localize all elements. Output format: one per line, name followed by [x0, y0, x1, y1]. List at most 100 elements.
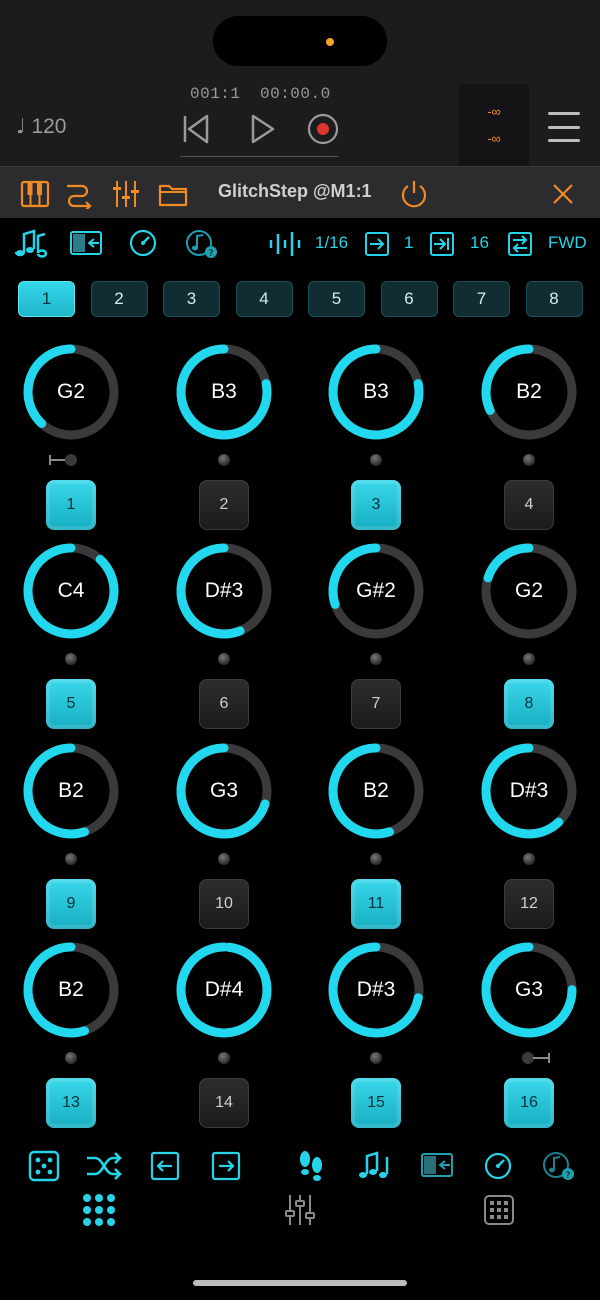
step-indicator-dot — [65, 653, 77, 665]
notes-view-icon[interactable] — [355, 1149, 391, 1181]
tempo-display[interactable]: ♩ 120 — [16, 114, 66, 139]
step-button-4[interactable]: 4 — [504, 480, 554, 530]
step-button-8[interactable]: 8 — [504, 679, 554, 729]
knob-note-label: D#4 — [204, 978, 244, 1001]
footsteps-icon[interactable] — [294, 1148, 328, 1184]
play-icon — [251, 114, 275, 144]
knob-note-label: G#2 — [356, 579, 396, 602]
note-knob[interactable]: G3 — [174, 741, 274, 841]
power-icon[interactable] — [399, 179, 429, 209]
step-button-1[interactable]: 1 — [46, 480, 96, 530]
loop-end-marker[interactable] — [519, 1050, 551, 1071]
note-knob[interactable]: D#3 — [174, 541, 274, 641]
end-step-icon[interactable] — [428, 230, 456, 258]
step-button-14[interactable]: 14 — [199, 1078, 249, 1128]
rewind-button[interactable] — [170, 107, 222, 151]
note-knob[interactable]: C4 — [21, 541, 121, 641]
loop-start-marker[interactable] — [48, 452, 80, 473]
home-indicator[interactable] — [193, 1280, 407, 1286]
pattern-button-3[interactable]: 3 — [163, 281, 220, 317]
note-knob[interactable]: B3 — [326, 342, 426, 442]
routing-icon[interactable] — [64, 179, 94, 211]
note-knob[interactable]: B3 — [174, 342, 274, 442]
note-knob[interactable]: G2 — [21, 342, 121, 442]
note-knob[interactable]: D#3 — [326, 940, 426, 1040]
direction-icon[interactable] — [506, 230, 534, 258]
dynamic-island — [213, 16, 387, 66]
record-button[interactable] — [297, 107, 349, 151]
note-knob[interactable]: G#2 — [326, 541, 426, 641]
step-button-10[interactable]: 10 — [199, 879, 249, 929]
step-button-2[interactable]: 2 — [199, 480, 249, 530]
rate-waveform-icon[interactable] — [268, 230, 302, 258]
close-icon[interactable] — [548, 179, 578, 209]
pattern-button-7[interactable]: 7 — [453, 281, 510, 317]
quarter-note-icon: ♩ — [16, 114, 26, 138]
step-indicator-dot — [523, 653, 535, 665]
probability-note-icon[interactable]: ? — [184, 228, 220, 260]
shift-left-icon[interactable] — [149, 1150, 181, 1182]
step-indicator-dot — [218, 1052, 230, 1064]
transport-underline — [180, 156, 338, 157]
mixer-tab-icon[interactable] — [282, 1192, 318, 1228]
step-indicator-dot — [218, 454, 230, 466]
pattern-button-5[interactable]: 5 — [308, 281, 365, 317]
note-knob[interactable]: G2 — [479, 541, 579, 641]
knob-note-label: G3 — [209, 779, 238, 802]
step-grid-tab-icon[interactable] — [80, 1191, 118, 1229]
shuffle-icon[interactable] — [84, 1149, 124, 1183]
pattern-button-6[interactable]: 6 — [380, 281, 438, 317]
step-indicator-dot — [370, 454, 382, 466]
step-button-11[interactable]: 11 — [351, 879, 401, 929]
gate-mode-icon[interactable] — [68, 229, 104, 257]
start-step-value[interactable]: 1 — [404, 233, 413, 253]
step-button-9[interactable]: 9 — [46, 879, 96, 929]
pattern-button-4[interactable]: 4 — [235, 281, 293, 317]
pattern-button-2[interactable]: 2 — [90, 281, 148, 317]
velocity-gauge-icon[interactable] — [127, 228, 159, 258]
step-indicator-dot — [65, 853, 77, 865]
meter-left: -∞ — [487, 104, 501, 119]
probability-view-icon[interactable]: ? — [541, 1149, 577, 1183]
step-indicator-dot — [523, 454, 535, 466]
note-knob[interactable]: B2 — [479, 342, 579, 442]
piano-keys-icon[interactable] — [20, 179, 50, 209]
mixer-sliders-icon[interactable] — [111, 179, 141, 209]
shift-right-icon[interactable] — [210, 1150, 242, 1182]
hamburger-menu-icon[interactable] — [548, 112, 580, 142]
end-step-value[interactable]: 16 — [470, 233, 489, 253]
knob-note-label: B2 — [363, 779, 389, 802]
knob-note-label: B3 — [211, 380, 237, 403]
note-knob[interactable]: B2 — [326, 741, 426, 841]
keypad-tab-icon[interactable] — [483, 1194, 515, 1226]
play-button[interactable] — [236, 107, 288, 151]
note-knob[interactable]: D#4 — [174, 940, 274, 1040]
note-knob[interactable]: B2 — [21, 741, 121, 841]
step-button-13[interactable]: 13 — [46, 1078, 96, 1128]
pattern-button-8[interactable]: 8 — [525, 281, 583, 317]
knob-note-label: B3 — [363, 380, 389, 403]
folder-icon[interactable] — [158, 179, 188, 209]
step-button-12[interactable]: 12 — [504, 879, 554, 929]
velocity-view-icon[interactable] — [482, 1150, 514, 1182]
note-knob[interactable]: D#3 — [479, 741, 579, 841]
step-button-3[interactable]: 3 — [351, 480, 401, 530]
note-knob[interactable]: B2 — [21, 940, 121, 1040]
start-step-icon[interactable] — [363, 230, 391, 258]
step-button-5[interactable]: 5 — [46, 679, 96, 729]
step-button-7[interactable]: 7 — [351, 679, 401, 729]
pattern-button-1[interactable]: 1 — [18, 281, 75, 317]
randomize-dice-icon[interactable] — [27, 1149, 61, 1183]
record-icon — [307, 113, 339, 145]
gate-view-icon[interactable] — [419, 1151, 455, 1179]
notes-mode-icon[interactable] — [12, 228, 48, 258]
direction-value[interactable]: FWD — [548, 233, 587, 253]
step-button-16[interactable]: 16 — [504, 1078, 554, 1128]
step-button-15[interactable]: 15 — [351, 1078, 401, 1128]
svg-text:?: ? — [209, 249, 214, 259]
rate-value[interactable]: 1/16 — [315, 233, 348, 253]
knob-note-label: D#3 — [204, 579, 244, 602]
note-knob[interactable]: G3 — [479, 940, 579, 1040]
knob-note-label: G2 — [514, 579, 543, 602]
step-button-6[interactable]: 6 — [199, 679, 249, 729]
